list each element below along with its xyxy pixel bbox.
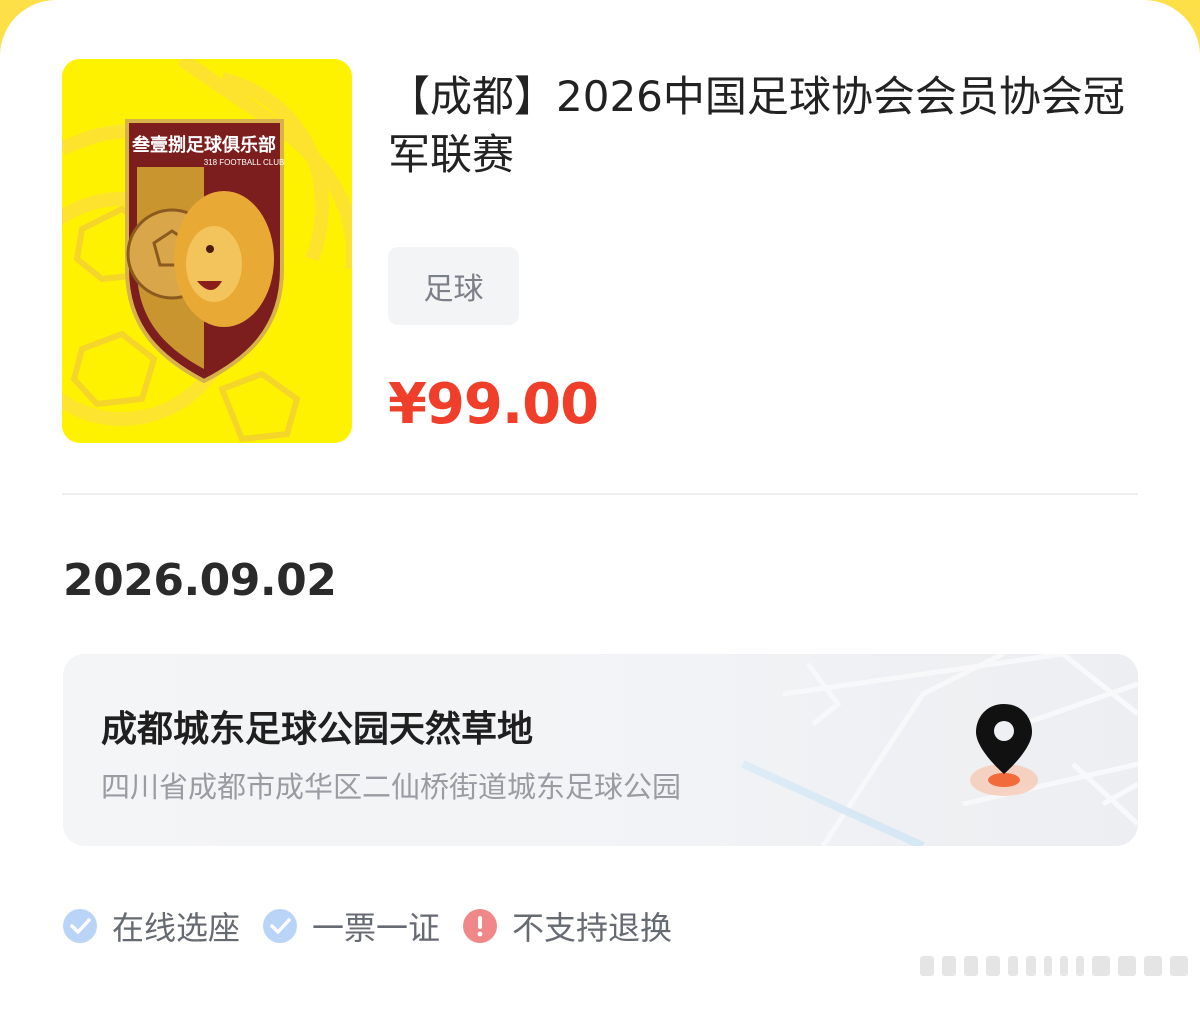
check-circle-icon bbox=[263, 909, 298, 943]
check-circle-icon bbox=[63, 909, 97, 943]
category-tag: 足球 bbox=[388, 247, 519, 325]
club-name-cn: 叁壹捌足球俱乐部 bbox=[131, 134, 276, 155]
exclamation-circle-icon bbox=[463, 909, 498, 943]
location-pin-icon[interactable] bbox=[968, 702, 1048, 802]
ticket-features: 在线选座 一票一证 不支持退换 bbox=[62, 903, 694, 949]
feature-no-refund: 不支持退换 bbox=[462, 903, 672, 949]
event-poster[interactable]: 叁壹捌足球俱乐部 318 FOOTBALL CLUB bbox=[62, 59, 352, 443]
feature-online-seat: 在线选座 bbox=[62, 903, 240, 949]
poster-artwork: 叁壹捌足球俱乐部 318 FOOTBALL CLUB bbox=[62, 59, 352, 443]
venue-card[interactable]: 成都城东足球公园天然草地 四川省成都市成华区二仙桥街道城东足球公园 bbox=[63, 654, 1138, 846]
event-price: ¥99.00 bbox=[388, 372, 599, 437]
venue-address: 四川省成都市成华区二仙桥街道城东足球公园 bbox=[101, 770, 682, 804]
section-divider bbox=[62, 493, 1138, 495]
feature-label: 在线选座 bbox=[112, 909, 241, 947]
event-detail-card: 叁壹捌足球俱乐部 318 FOOTBALL CLUB 【成都】2026中国足球协… bbox=[0, 0, 1200, 1030]
event-title: 【成都】2026中国足球协会会员协会冠军联赛 bbox=[388, 72, 1125, 179]
event-date[interactable]: 2026.09.02 bbox=[63, 555, 337, 606]
feature-label: 不支持退换 bbox=[512, 909, 673, 947]
club-name-en: 318 FOOTBALL CLUB bbox=[204, 158, 285, 167]
feature-label: 一票一证 bbox=[312, 909, 441, 947]
venue-name: 成都城东足球公园天然草地 bbox=[101, 709, 534, 750]
feature-one-ticket-one-id: 一票一证 bbox=[262, 903, 440, 949]
watermark-stripes bbox=[920, 956, 1188, 976]
